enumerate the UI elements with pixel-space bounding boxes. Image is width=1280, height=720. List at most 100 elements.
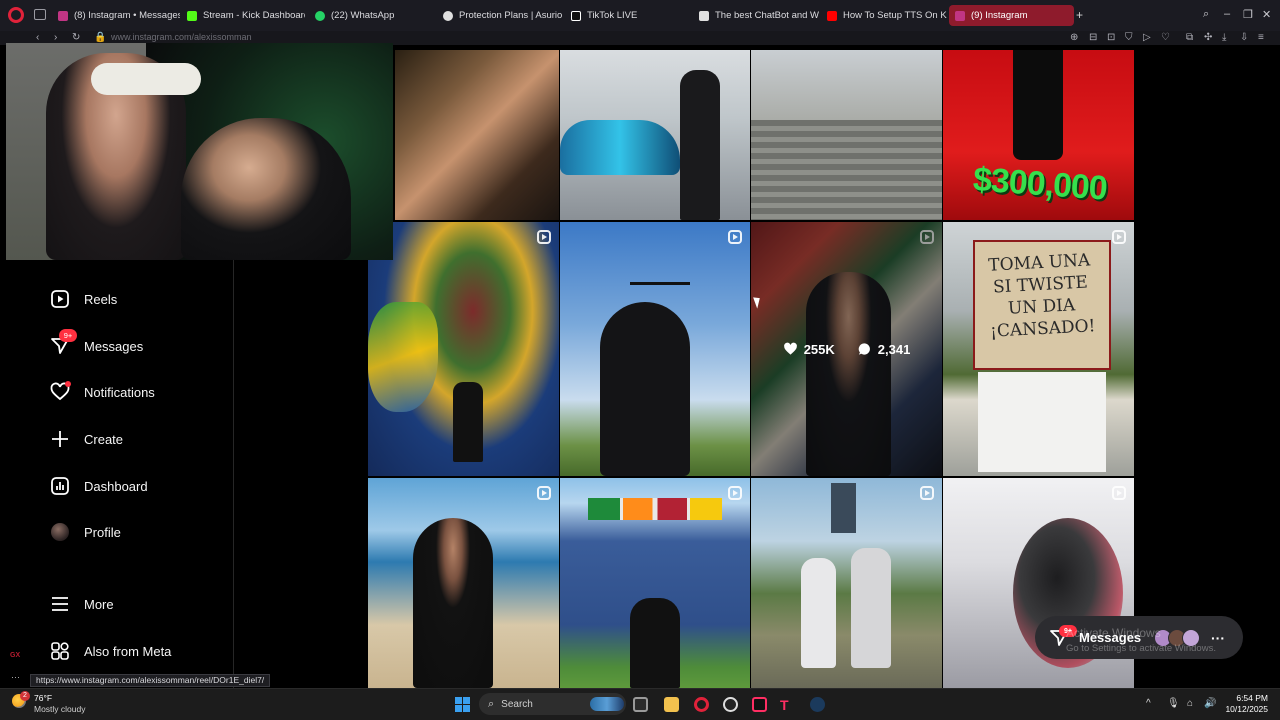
sidebar-item-messages[interactable]: 9+ Messages: [50, 329, 143, 356]
minimize-icon[interactable]: –: [1224, 8, 1230, 20]
more-options-icon[interactable]: ···: [11, 672, 20, 682]
steam-icon[interactable]: [810, 697, 825, 712]
sidebar-item-reels[interactable]: Reels: [50, 289, 117, 309]
reel-icon: [728, 230, 742, 244]
player-icon[interactable]: ▷: [1143, 32, 1151, 43]
tab-chatbot[interactable]: The best ChatBot and W...: [693, 5, 819, 26]
tiktok-app-icon[interactable]: [752, 697, 767, 712]
youtube-icon: [827, 10, 837, 21]
url-field[interactable]: www.instagram.com/alexissomman: [111, 32, 252, 42]
sidebar-item-more[interactable]: More: [50, 594, 114, 614]
weather-temperature: 76°F: [34, 693, 53, 703]
microphone-icon[interactable]: 🎙: [1167, 698, 1180, 709]
search-tabs-icon[interactable]: ⌕: [1203, 8, 1209, 21]
tray-overflow-icon[interactable]: ^: [1146, 698, 1151, 709]
zoom-icon[interactable]: ⊕: [1070, 32, 1078, 43]
instagram-icon: [955, 10, 965, 21]
sidebar-item-create[interactable]: Create: [50, 429, 123, 449]
price-overlay-text: $300,000: [971, 160, 1109, 208]
post-tile[interactable]: [560, 50, 750, 220]
activate-windows-title: Activate Windows: [1066, 626, 1161, 640]
post-hover-overlay: 255K 2,341: [751, 222, 942, 476]
sidebar-item-notifications[interactable]: Notifications: [50, 381, 155, 402]
obs-icon[interactable]: [723, 697, 738, 712]
post-tile[interactable]: [368, 222, 559, 476]
post-tile[interactable]: [560, 478, 750, 688]
sidebar-item-also-from-meta[interactable]: Also from Meta: [50, 641, 171, 661]
browser-tab-strip: (8) Instagram • Messages Stream - Kick D…: [0, 0, 1280, 31]
extensions-icon[interactable]: ⧉: [1186, 32, 1193, 43]
instagram-icon: [58, 10, 68, 21]
forward-icon[interactable]: ›: [54, 32, 57, 43]
download-icon[interactable]: ⇩: [1240, 32, 1248, 43]
taskbar-search-label: Search: [501, 698, 533, 710]
tab-menu-icon[interactable]: [34, 9, 46, 20]
clock-time: 6:54 PM: [1236, 693, 1268, 703]
plus-icon: [50, 429, 70, 449]
file-explorer-icon[interactable]: [664, 697, 679, 712]
heart-filled-icon: [783, 342, 797, 355]
sidebar-item-profile[interactable]: Profile: [50, 522, 121, 542]
post-tile[interactable]: [751, 478, 942, 688]
reels-icon: [50, 289, 70, 309]
task-view-icon[interactable]: [633, 697, 648, 712]
opera-logo-icon[interactable]: [8, 7, 24, 23]
network-icon[interactable]: ⌂: [1187, 698, 1193, 709]
messages-badge: 9+: [59, 329, 77, 342]
post-tile[interactable]: 255K 2,341: [751, 222, 942, 476]
post-tile[interactable]: TOMA UNA SI TWISTE UN DIA ¡CANSADO!: [943, 222, 1134, 476]
notification-dot: [65, 381, 71, 387]
tts-app-icon[interactable]: T: [780, 697, 795, 713]
comment-filled-icon: [858, 343, 870, 355]
weather-badge: 2: [20, 691, 30, 701]
tab-youtube-tts[interactable]: How To Setup TTS On Ki...: [821, 5, 947, 26]
sidebar-item-dashboard[interactable]: Dashboard: [50, 476, 148, 496]
post-tile[interactable]: [368, 478, 559, 688]
webcam-overlay: [6, 43, 393, 260]
reel-icon: [1112, 230, 1126, 244]
snapshot-icon[interactable]: ⊡: [1107, 32, 1115, 43]
kick-icon: [187, 10, 197, 21]
new-tab-button[interactable]: +: [1076, 8, 1083, 22]
reel-icon: [537, 230, 551, 244]
back-icon[interactable]: ‹: [36, 32, 39, 43]
post-tile[interactable]: [751, 50, 942, 220]
volume-icon[interactable]: 🔊: [1204, 698, 1216, 709]
tab-whatsapp[interactable]: (22) WhatsApp: [309, 5, 435, 26]
avatar: [50, 522, 70, 542]
tab-instagram-active[interactable]: (9) Instagram: [949, 5, 1074, 26]
tab-instagram-messages[interactable]: (8) Instagram • Messages: [52, 5, 180, 26]
tab-tiktok-live[interactable]: TikTok LIVE: [565, 5, 691, 26]
sidebar-item-label: Notifications: [84, 384, 155, 400]
maximize-icon[interactable]: ❐: [1243, 8, 1253, 21]
reload-icon[interactable]: ↻: [72, 32, 80, 43]
heart-icon[interactable]: ♡: [1161, 32, 1170, 43]
sidebar-item-label: Reels: [84, 291, 118, 307]
headband: [91, 63, 201, 95]
puzzle-icon[interactable]: ✣: [1204, 32, 1212, 43]
gx-label: GX: [10, 652, 21, 659]
post-tile[interactable]: $300,000: [943, 50, 1134, 220]
post-tile[interactable]: [560, 222, 750, 476]
bookmark-icon[interactable]: ⊟: [1089, 32, 1097, 43]
messages-icon: 9+: [50, 329, 77, 356]
chatbot-icon: [699, 10, 709, 21]
opera-gx-icon[interactable]: [694, 697, 709, 712]
reel-icon: [1112, 486, 1126, 500]
reel-icon: [920, 486, 934, 500]
close-icon[interactable]: ✕: [1262, 8, 1271, 21]
activate-windows-subtitle: Go to Settings to activate Windows.: [1066, 643, 1216, 654]
taskbar-clock[interactable]: 6:54 PM 10/12/2025: [1224, 693, 1268, 715]
windows-start-icon[interactable]: [455, 697, 470, 712]
downloads-icon[interactable]: ⤓: [1222, 32, 1226, 43]
whatsapp-icon: [315, 10, 325, 21]
lock-icon: 🔒: [94, 32, 107, 43]
status-url-tooltip: https://www.instagram.com/alexissomman/r…: [30, 674, 271, 687]
tab-asurion[interactable]: Protection Plans | Asurion: [437, 5, 563, 26]
tab-kick-dashboard[interactable]: Stream - Kick Dashboard: [181, 5, 305, 26]
asurion-icon: [443, 10, 453, 21]
shield-icon[interactable]: ⛉: [1125, 32, 1133, 43]
handwritten-sign-text: TOMA UNA SI TWISTE UN DIA ¡CANSADO!: [987, 250, 1096, 342]
menu-icon[interactable]: ≡: [1258, 32, 1264, 43]
post-tile[interactable]: [395, 50, 559, 220]
